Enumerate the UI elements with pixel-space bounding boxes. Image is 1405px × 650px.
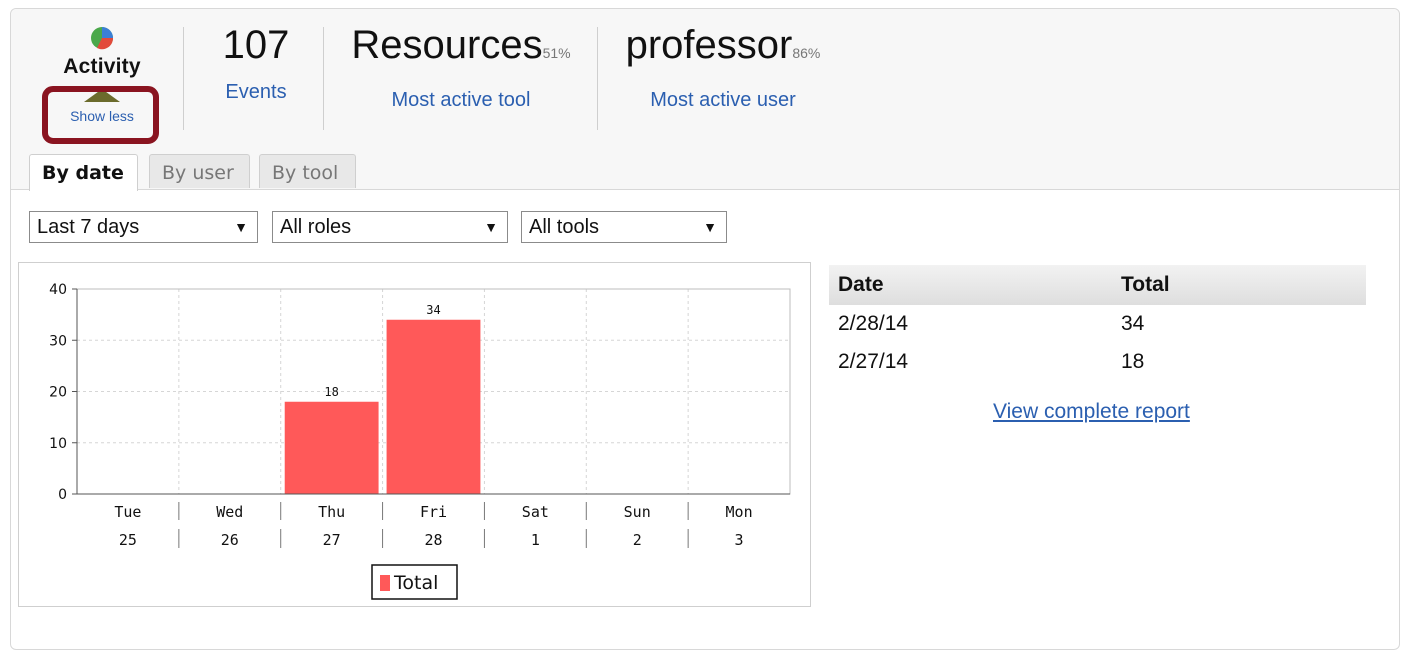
- period-select[interactable]: Last 7 days ▼: [29, 211, 258, 243]
- x-tick-label: Tue: [114, 503, 141, 521]
- x-tick-label: Wed: [216, 503, 243, 521]
- most-active-tool-stat: Resources51% Most active tool: [341, 23, 581, 112]
- events-link[interactable]: Events: [216, 81, 296, 104]
- activity-title: Activity: [63, 55, 141, 78]
- table-header: Date Total: [829, 265, 1366, 305]
- roles-select[interactable]: All roles ▼: [272, 211, 508, 243]
- cell-total: 34: [1121, 312, 1145, 335]
- x-tick-label: 28: [424, 531, 442, 549]
- y-tick-label: 10: [49, 436, 67, 452]
- x-tick-label: Thu: [318, 503, 345, 521]
- events-stat: 107 Events: [216, 23, 296, 104]
- period-select-value: Last 7 days: [37, 216, 140, 238]
- legend-swatch: [380, 575, 390, 591]
- bar: [284, 401, 379, 494]
- top-user-pct: 86%: [792, 45, 821, 61]
- x-tick-label: 25: [119, 531, 137, 549]
- tab-by-date[interactable]: By date: [29, 154, 138, 191]
- tools-select[interactable]: All tools ▼: [521, 211, 727, 243]
- y-tick-label: 20: [49, 385, 67, 401]
- cell-total: 18: [1121, 350, 1145, 373]
- events-count: 107: [222, 23, 290, 67]
- roles-select-value: All roles: [280, 216, 352, 238]
- divider: [183, 27, 184, 130]
- table-row: 2/28/14 34: [829, 305, 1366, 343]
- tab-by-user[interactable]: By user: [149, 154, 250, 188]
- most-active-user-link[interactable]: Most active user: [614, 89, 832, 112]
- top-tool-pct: 51%: [542, 45, 571, 61]
- data-label: 34: [426, 303, 440, 317]
- top-tool-name-text: Resources: [351, 23, 543, 67]
- x-tick-label: 1: [531, 531, 540, 549]
- highlight-annotation: [42, 86, 159, 144]
- cell-date: 2/27/14: [838, 350, 909, 373]
- cell-date: 2/28/14: [838, 312, 909, 335]
- header-total: Total: [1121, 273, 1170, 296]
- y-tick-label: 40: [49, 282, 67, 298]
- data-label: 18: [324, 385, 338, 399]
- dropdown-arrow-icon: ▼: [234, 219, 248, 235]
- most-active-user-stat: professor86% Most active user: [614, 23, 832, 112]
- divider: [323, 27, 324, 130]
- x-tick-label: Sat: [522, 503, 549, 521]
- y-tick-label: 30: [49, 333, 67, 349]
- totals-table: Date Total 2/28/14 34 2/27/14 18: [829, 265, 1366, 381]
- chart-container: 18 34 0 10 20 30 40 Tue 25 Wed 26 Thu 27 Fri 28 Sat 1 Sun…: [18, 262, 811, 607]
- most-active-tool-link[interactable]: Most active tool: [341, 89, 581, 112]
- dropdown-arrow-icon: ▼: [703, 219, 717, 235]
- x-tick-label: Mon: [726, 503, 753, 521]
- legend-label: Total: [393, 572, 438, 594]
- tools-select-value: All tools: [529, 216, 600, 238]
- tab-by-tool[interactable]: By tool: [259, 154, 356, 188]
- view-complete-report-link[interactable]: View complete report: [993, 400, 1190, 424]
- activity-bar-chart: 18 34 0 10 20 30 40 Tue 25 Wed 26 Thu 27 Fri 28 Sat 1 Sun…: [49, 282, 791, 600]
- x-tick-label: 2: [633, 531, 642, 549]
- x-tick-label: 26: [221, 531, 239, 549]
- x-tick-label: Fri: [420, 503, 447, 521]
- header-date: Date: [838, 273, 884, 296]
- x-tick-label: 3: [735, 531, 744, 549]
- table-row: 2/27/14 18: [829, 343, 1366, 381]
- top-user-name: professor86%: [614, 23, 832, 75]
- top-user-name-text: professor: [625, 23, 793, 67]
- x-tick-label: 27: [323, 531, 341, 549]
- divider: [597, 27, 598, 130]
- dropdown-arrow-icon: ▼: [484, 219, 498, 235]
- top-tool-name: Resources51%: [341, 23, 581, 75]
- pie-chart-icon: [91, 27, 114, 50]
- x-tick-label: Sun: [624, 503, 651, 521]
- y-tick-label: 0: [58, 487, 67, 503]
- bar: [386, 319, 481, 494]
- activity-summary: Activity Show less 107 Events Resources5…: [11, 9, 1399, 191]
